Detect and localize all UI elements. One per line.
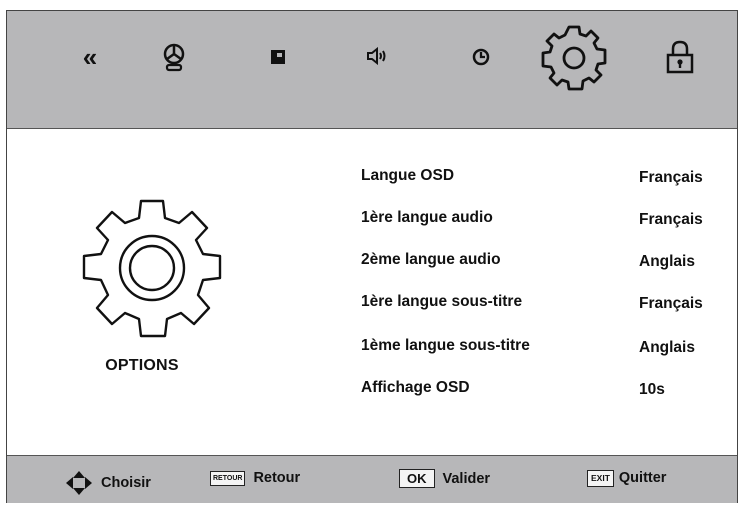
- menu-item-first-subtitle-language[interactable]: 1ère langue sous-titre Français: [361, 293, 731, 319]
- back-hint: RETOUR Retour: [210, 470, 300, 486]
- exit-hint: EXIT Quitter: [587, 470, 666, 487]
- menu-item-second-subtitle-language[interactable]: 1ème langue sous-titre Anglais: [361, 337, 731, 363]
- lock-icon[interactable]: [663, 39, 697, 75]
- menu-item-value: Français: [639, 169, 703, 186]
- menu-item-label: 1ère langue audio: [361, 209, 493, 226]
- back-key[interactable]: RETOUR: [210, 470, 246, 486]
- back-label: Retour: [253, 470, 301, 486]
- menu-item-label: 2ème langue audio: [361, 251, 501, 268]
- menu-item-value: Français: [639, 295, 703, 312]
- exit-label: Quitter: [618, 470, 667, 487]
- menu-item-osd-language[interactable]: Langue OSD Français: [361, 167, 731, 193]
- menu-item-label: 1ème langue sous-titre: [361, 337, 530, 354]
- options-gear-icon[interactable]: [537, 21, 611, 95]
- ok-hint: OK Valider: [399, 469, 490, 488]
- menu-item-first-audio-language[interactable]: 1ère langue audio Français: [361, 209, 731, 235]
- sound-icon[interactable]: [365, 45, 389, 67]
- menu-item-label: 1ère langue sous-titre: [361, 293, 523, 310]
- menu-item-value: Anglais: [639, 339, 695, 356]
- menu-item-label: Affichage OSD: [361, 379, 470, 396]
- menu-item-value: Anglais: [639, 253, 695, 270]
- osd-window: « OPTIONS Langue OSD Français 1ère langu…: [6, 10, 738, 503]
- ok-key[interactable]: OK: [399, 469, 435, 488]
- panel-title: OPTIONS: [105, 357, 179, 374]
- choose-label: Choisir: [101, 475, 151, 491]
- menu-item-value: 10s: [639, 381, 665, 398]
- dpad-arrows-icon: [66, 471, 92, 495]
- gear-icon: [71, 188, 233, 350]
- menu-item-osd-display-time[interactable]: Affichage OSD 10s: [361, 379, 731, 405]
- clock-icon[interactable]: [470, 46, 492, 68]
- exit-key[interactable]: EXIT: [587, 470, 614, 487]
- menu-tab-bar: «: [7, 11, 737, 129]
- menu-item-second-audio-language[interactable]: 2ème langue audio Anglais: [361, 251, 731, 277]
- menu-item-label: Langue OSD: [361, 167, 455, 184]
- menu-item-value: Français: [639, 211, 703, 228]
- footer-hint-bar: Choisir RETOUR Retour OK Valider EXIT Qu…: [7, 455, 737, 503]
- back-double-chevron-icon[interactable]: «: [75, 44, 105, 70]
- channel-icon[interactable]: [267, 46, 289, 68]
- choose-hint: Choisir: [65, 470, 151, 496]
- ok-label: Valider: [442, 470, 491, 487]
- picture-icon[interactable]: [159, 41, 189, 75]
